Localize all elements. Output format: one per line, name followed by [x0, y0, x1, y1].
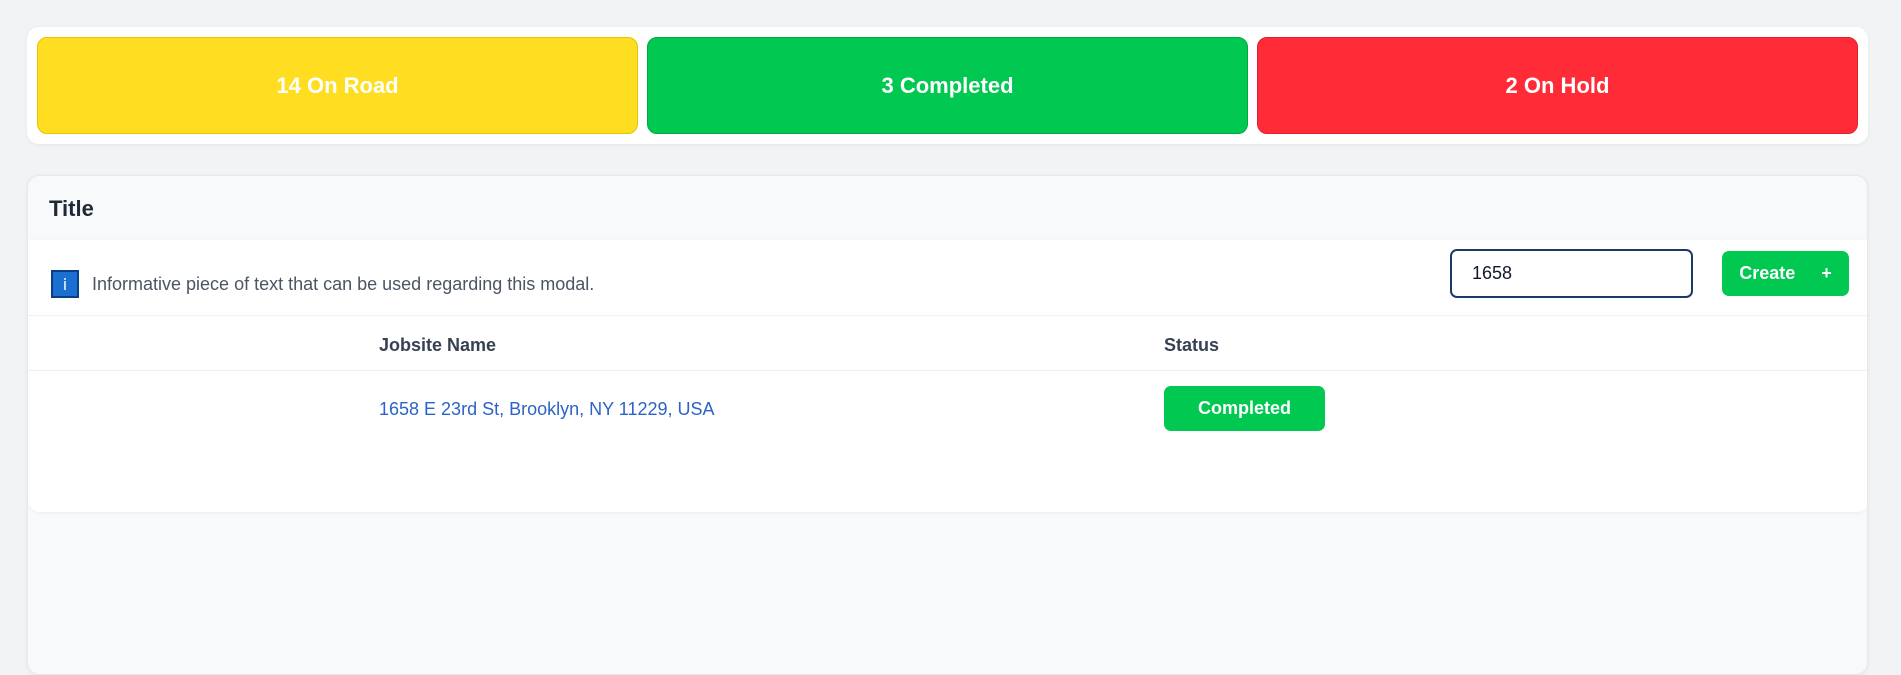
search-input[interactable] — [1450, 249, 1693, 298]
on-hold-label: 2 On Hold — [1505, 72, 1610, 98]
completed-tile[interactable]: 3 Completed — [647, 37, 1248, 134]
completed-label: 3 Completed — [881, 72, 1014, 98]
jobsite-name-link[interactable]: 1658 E 23rd St, Brooklyn, NY 11229, USA — [379, 399, 715, 420]
jobsite-panel: Title i Informative piece of text that c… — [27, 175, 1868, 675]
plus-icon: + — [1821, 263, 1832, 283]
status-summary-bar: 14 On Road 3 Completed 2 On Hold — [27, 27, 1868, 144]
info-toolbar: i Informative piece of text that can be … — [28, 240, 1867, 316]
panel-title: Title — [49, 196, 94, 221]
column-header-jobsite-name[interactable]: Jobsite Name — [379, 335, 496, 356]
on-road-tile[interactable]: 14 On Road — [37, 37, 638, 134]
info-icon: i — [51, 270, 79, 298]
column-header-status[interactable]: Status — [1164, 335, 1219, 356]
table-row: 1658 E 23rd St, Brooklyn, NY 11229, USA … — [28, 371, 1867, 447]
status-badge: Completed — [1164, 386, 1325, 431]
create-button-label: Create — [1739, 263, 1796, 283]
panel-body: i Informative piece of text that can be … — [28, 240, 1867, 512]
create-button[interactable]: Create + — [1722, 251, 1849, 296]
info-text: Informative piece of text that can be us… — [92, 274, 595, 294]
on-hold-tile[interactable]: 2 On Hold — [1257, 37, 1858, 134]
on-road-label: 14 On Road — [276, 72, 399, 98]
table-header: Jobsite Name Status — [28, 316, 1867, 371]
